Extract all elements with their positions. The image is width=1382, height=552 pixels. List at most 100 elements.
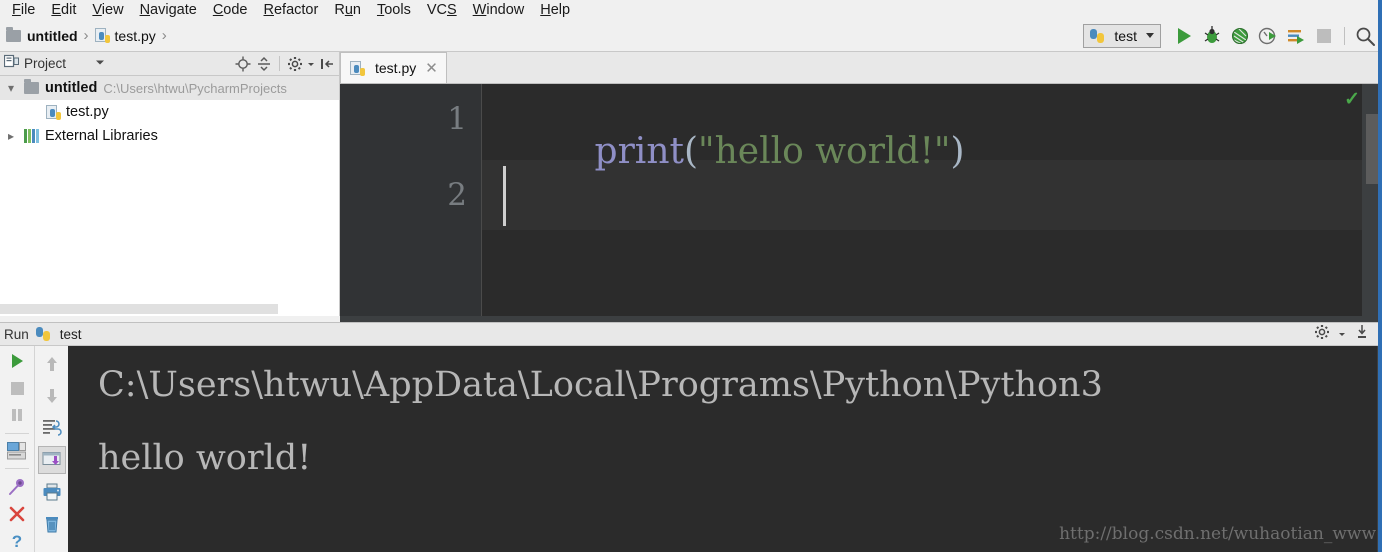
code-area[interactable]: print("hello world!") [483, 84, 1382, 316]
soft-wrap-icon[interactable] [38, 414, 66, 442]
run-panel-tab[interactable]: test [35, 326, 82, 342]
run-configuration-selector[interactable]: test [1083, 23, 1161, 48]
chevron-down-icon[interactable] [307, 55, 315, 73]
menu-item-help[interactable]: Help [532, 1, 578, 20]
console-line: C:\Users\htwu\AppData\Local\Programs\Pyt… [98, 365, 1103, 405]
tree-item-label: External Libraries [45, 128, 158, 144]
line-number: 1 [447, 101, 467, 137]
folder-icon [24, 79, 39, 94]
python-file-icon [46, 104, 61, 120]
breadcrumb-file[interactable]: test.py [94, 27, 156, 44]
tree-item-untitled[interactable]: ▾ untitled C:\Users\htwu\PycharmProjects [0, 76, 340, 100]
toolbar-row: untitled › test.py › test [0, 20, 1382, 52]
scrollbar-thumb[interactable] [0, 304, 278, 314]
close-icon[interactable] [3, 502, 31, 525]
run-console[interactable]: C:\Users\htwu\AppData\Local\Programs\Pyt… [68, 346, 1382, 552]
code-token-close-paren: ) [950, 131, 965, 172]
project-panel-dropdown-icon[interactable] [94, 55, 106, 73]
tree-item-label: test.py [66, 104, 109, 120]
settings-gear-icon[interactable] [1314, 324, 1330, 345]
console-line: hello world! [98, 438, 312, 478]
hide-panel-icon[interactable] [318, 55, 336, 73]
breadcrumb-project-label: untitled [27, 27, 78, 44]
run-panel-header: Run test [0, 322, 1382, 346]
search-everywhere-button[interactable] [1352, 23, 1378, 49]
pycharm-window: File Edit View Navigate Code Refactor Ru… [0, 0, 1382, 552]
print-icon[interactable] [38, 478, 66, 506]
code-line-1: print("hello world!") [503, 98, 965, 206]
menu-item-edit[interactable]: Edit [43, 1, 84, 20]
editor-gutter[interactable]: 1 2 [340, 84, 482, 316]
project-tree[interactable]: ▾ untitled C:\Users\htwu\PycharmProjects… [0, 76, 340, 302]
panel-toolbar-divider [279, 56, 280, 71]
run-button[interactable] [1171, 23, 1197, 49]
tree-item-test-py[interactable]: test.py [0, 100, 340, 124]
chevron-down-icon[interactable]: ▾ [2, 82, 20, 94]
profile-button[interactable] [1255, 23, 1281, 49]
main-toolbar: test [1083, 23, 1382, 49]
python-file-icon [94, 28, 110, 43]
down-arrow-icon[interactable] [38, 382, 66, 410]
tree-item-external-libraries[interactable]: ▸ External Libraries [0, 124, 340, 148]
menu-item-view[interactable]: View [84, 1, 131, 20]
run-panel-sidebar-right [34, 346, 68, 552]
debug-button[interactable] [1199, 23, 1225, 49]
up-arrow-icon[interactable] [38, 350, 66, 378]
sidebar-divider [5, 468, 29, 470]
svg-text:?: ? [12, 532, 22, 550]
menu-item-tools[interactable]: Tools [369, 1, 419, 20]
code-token-function: print [594, 131, 684, 172]
menu-item-refactor[interactable]: Refactor [256, 1, 327, 20]
editor-tab-label: test.py [375, 60, 417, 76]
run-panel-tab-label: test [59, 326, 82, 342]
pin-icon[interactable] [3, 475, 31, 498]
editor-scrollbar-thumb[interactable] [1366, 114, 1378, 184]
stop-button[interactable] [1311, 23, 1337, 49]
text-caret [503, 166, 506, 226]
help-icon[interactable]: ? [3, 529, 31, 552]
project-panel-toolbar [234, 55, 336, 73]
window-right-edge [1378, 0, 1382, 552]
watermark-text: http://blog.csdn.net/wuhaotian_www [1059, 524, 1376, 544]
chevron-right-icon[interactable]: ▸ [2, 130, 20, 142]
run-panel-label: Run [4, 326, 29, 342]
menu-item-file[interactable]: File [4, 1, 43, 20]
inspection-status-icon[interactable]: ✓ [1344, 88, 1360, 111]
breadcrumb: untitled › test.py › [0, 26, 1083, 44]
menu-item-window[interactable]: Window [465, 1, 533, 20]
code-token-string: "hello world!" [698, 131, 951, 172]
menu-item-vcs[interactable]: VCS [419, 1, 465, 20]
menu-item-code[interactable]: Code [205, 1, 256, 20]
run-configuration-label: test [1114, 27, 1137, 44]
pause-icon[interactable] [3, 404, 31, 427]
code-editor[interactable]: 1 2 print("hello world!") ✓ [340, 84, 1382, 316]
python-icon [1090, 28, 1105, 43]
scroll-to-end-icon[interactable] [37, 446, 66, 474]
stop-icon[interactable] [3, 377, 31, 400]
line-number: 2 [447, 177, 467, 213]
menu-item-run[interactable]: Run [326, 1, 369, 20]
menu-bar: File Edit View Navigate Code Refactor Ru… [0, 0, 1382, 20]
project-panel-header: Project [0, 52, 340, 76]
settings-gear-icon[interactable] [286, 55, 304, 73]
coverage-button[interactable] [1227, 23, 1253, 49]
close-icon[interactable]: ✕ [425, 59, 438, 77]
concurrency-button[interactable] [1283, 23, 1309, 49]
python-file-icon [350, 60, 365, 76]
breadcrumb-file-label: test.py [114, 27, 156, 44]
hide-panel-icon[interactable] [1354, 324, 1370, 345]
editor-tab-test-py[interactable]: test.py ✕ [340, 52, 447, 83]
layout-icon[interactable] [3, 440, 31, 463]
chevron-down-icon[interactable] [1338, 325, 1346, 343]
project-tree-horizontal-scrollbar[interactable] [0, 302, 340, 316]
project-panel-title: Project [24, 56, 67, 71]
locate-icon[interactable] [234, 55, 252, 73]
collapse-all-icon[interactable] [255, 55, 273, 73]
menu-item-navigate[interactable]: Navigate [132, 1, 205, 20]
run-panel-sidebar: ? [0, 346, 68, 552]
trash-icon[interactable] [38, 510, 66, 538]
sidebar-divider [5, 432, 29, 434]
breadcrumb-separator-icon: › [83, 27, 89, 44]
rerun-icon[interactable] [3, 350, 31, 373]
breadcrumb-project[interactable]: untitled [6, 26, 78, 44]
